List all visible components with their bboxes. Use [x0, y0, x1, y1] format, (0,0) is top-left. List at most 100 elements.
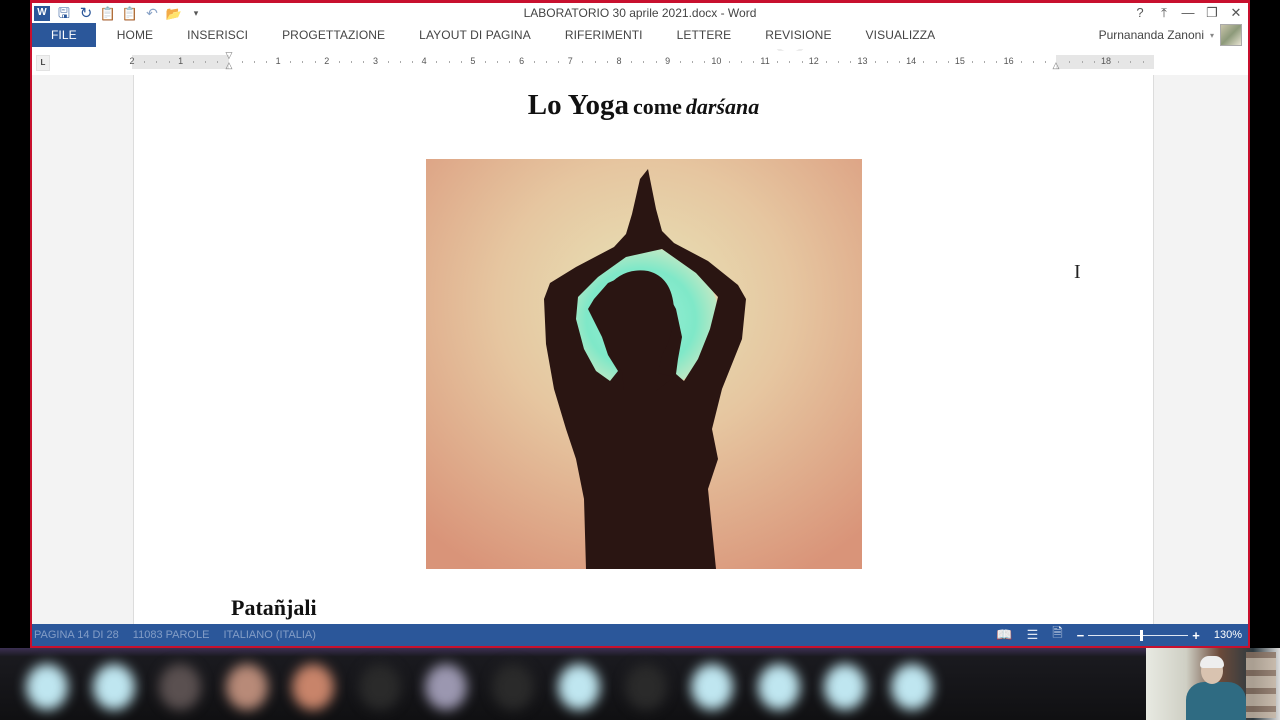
participant-tile[interactable] [214, 658, 278, 716]
ruler-tick [302, 61, 304, 63]
ruler-tick [947, 61, 949, 63]
ruler-tick [265, 61, 267, 63]
participant-avatar [890, 664, 933, 710]
status-bar: PAGINA 14 DI 28 11083 PAROLE ITALIANO (I… [32, 624, 1248, 646]
tab-file[interactable]: FILE [32, 23, 96, 47]
document-canvas[interactable]: Lo Yoga come darśana Patañjali I [32, 75, 1248, 627]
ruler-tick [253, 61, 255, 63]
tab-lettere[interactable]: LETTERE [660, 23, 749, 47]
ruler-tick [752, 61, 754, 63]
ruler-tick [387, 61, 389, 63]
ruler-row: L 2 1 1 2 3 4 5 6 7 8 9 10 11 12 13 14 15 16 18 ▽ △ △ [32, 51, 1248, 75]
document-page[interactable]: Lo Yoga come darśana Patañjali I [133, 75, 1154, 627]
ruler-tick [363, 61, 365, 63]
ribbon: FILE HOME INSERISCI PROGETTAZIONE LAYOUT… [32, 23, 1248, 49]
ruler-label: 12 [808, 56, 819, 66]
ruler-label: 4 [421, 56, 427, 66]
yoga-silhouette-image[interactable] [426, 159, 862, 569]
ruler-tick [314, 61, 316, 63]
ruler-tick [1142, 61, 1144, 63]
page-count[interactable]: PAGINA 14 DI 28 [34, 629, 119, 641]
zoom-in-button[interactable]: + [1192, 628, 1200, 643]
participant-tile[interactable] [280, 658, 344, 716]
first-line-indent-marker[interactable]: ▽ [224, 51, 234, 60]
zoom-slider[interactable]: − + [1077, 628, 1200, 643]
ruler-tick [205, 61, 207, 63]
ruler-tick [1118, 61, 1120, 63]
ruler-tick [972, 61, 974, 63]
print-layout-icon[interactable]: ☰ [1027, 627, 1039, 643]
ruler-tick [290, 61, 292, 63]
ruler-label: 3 [372, 56, 379, 66]
participant-tile[interactable] [14, 658, 78, 716]
zoom-out-button[interactable]: − [1077, 628, 1085, 643]
participant-tile[interactable] [81, 658, 145, 716]
participant-avatar [491, 664, 534, 710]
participant-tile[interactable] [679, 658, 743, 716]
chevron-down-icon: ▾ [1209, 30, 1214, 40]
participant-avatar [757, 664, 800, 710]
horizontal-ruler[interactable]: 2 1 1 2 3 4 5 6 7 8 9 10 11 12 13 14 15 16 18 ▽ △ △ [129, 51, 1154, 70]
tab-layout-di-pagina[interactable]: LAYOUT DI PAGINA [402, 23, 548, 47]
participant-avatar [691, 664, 733, 710]
tab-progettazione[interactable]: PROGETTAZIONE [265, 23, 402, 47]
zoom-level[interactable]: 130% [1214, 629, 1242, 641]
participant-tile[interactable] [812, 658, 876, 716]
participant-tile[interactable] [413, 658, 477, 716]
minimize-icon[interactable]: — [1180, 5, 1196, 21]
ruler-tick [485, 61, 487, 63]
restore-icon[interactable]: ❐ [1204, 5, 1220, 21]
word-count[interactable]: 11083 PAROLE [133, 629, 210, 641]
ribbon-display-options-icon[interactable]: ⤒ [1156, 5, 1172, 21]
tab-home[interactable]: HOME [100, 23, 170, 47]
tab-inserisci[interactable]: INSERISCI [170, 23, 265, 47]
close-icon[interactable]: ✕ [1228, 5, 1244, 21]
ruler-label: 1 [275, 56, 281, 66]
ruler-tick [351, 61, 353, 63]
participant-tile[interactable] [879, 658, 943, 716]
ruler-tick [192, 61, 194, 63]
participant-tile[interactable] [746, 658, 810, 716]
ruler-tick [412, 61, 414, 63]
document-heading[interactable]: Lo Yoga come darśana [134, 89, 1153, 122]
ruler-tick [923, 61, 925, 63]
ruler-tick [801, 61, 803, 63]
tab-riferimenti[interactable]: RIFERIMENTI [548, 23, 660, 47]
ruler-tick [606, 61, 608, 63]
status-controls: 📖 ☰ 🗎 − + 130% [996, 624, 1248, 646]
participant-avatar [558, 664, 600, 710]
read-mode-icon[interactable]: 📖 [996, 627, 1012, 643]
ruler-tick [594, 61, 596, 63]
ruler-tick [558, 61, 560, 63]
hanging-indent-marker[interactable]: △ [224, 61, 234, 70]
tab-revisione[interactable]: REVISIONE [748, 23, 848, 47]
participant-avatar [159, 664, 201, 710]
ruler-label: 1 [178, 56, 184, 66]
web-layout-icon[interactable]: 🗎 [1052, 624, 1062, 646]
ruler-tick [399, 61, 401, 63]
ruler-tick [984, 61, 986, 63]
zoom-thumb[interactable] [1139, 629, 1143, 641]
ruler-tick [740, 61, 742, 63]
tab-stop-selector[interactable]: L [36, 55, 50, 71]
self-video-tile[interactable] [1146, 648, 1280, 720]
section-heading[interactable]: Patañjali [231, 595, 317, 621]
tab-visualizza[interactable]: VISUALIZZA [849, 23, 953, 47]
language[interactable]: ITALIANO (ITALIA) [223, 629, 316, 641]
participant-tile[interactable] [613, 658, 677, 716]
participant-tile[interactable] [546, 658, 610, 716]
right-indent-marker[interactable]: △ [1051, 61, 1061, 70]
account-menu[interactable]: Purnananda Zanoni ▾ [1099, 24, 1242, 46]
heading-italic-term: darśana [685, 94, 760, 119]
zoom-track[interactable] [1088, 629, 1189, 641]
help-icon[interactable]: ? [1132, 5, 1148, 21]
ruler-tick [582, 61, 584, 63]
participant-tile[interactable] [147, 658, 211, 716]
participant-tile[interactable] [480, 658, 544, 716]
user-name: Purnananda Zanoni [1098, 28, 1204, 42]
ruler-tick [497, 61, 499, 63]
ruler-label: 16 [1003, 56, 1014, 66]
participant-tile[interactable] [347, 658, 411, 716]
ruler-tick [692, 61, 694, 63]
ruler-tick [631, 61, 633, 63]
